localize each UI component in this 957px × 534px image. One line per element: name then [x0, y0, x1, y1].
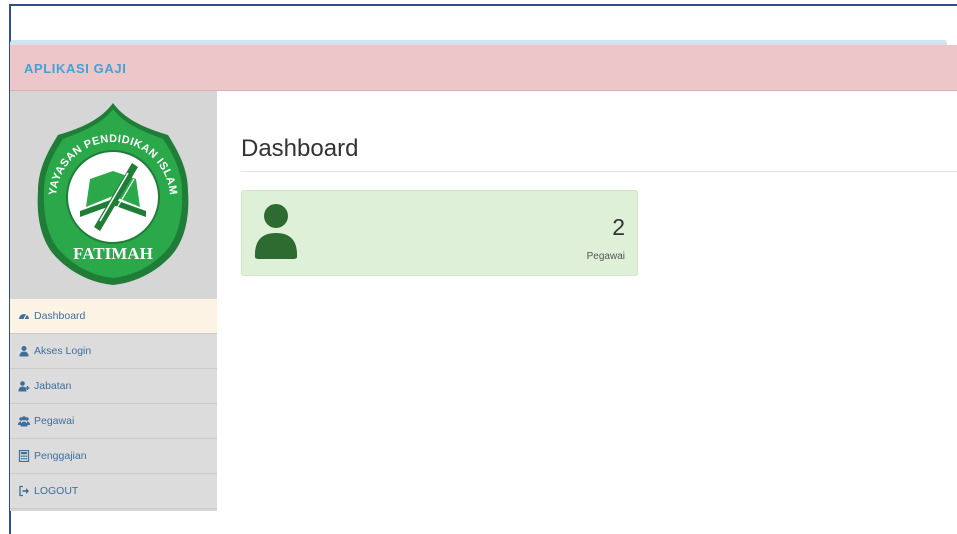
sidebar-item-pegawai[interactable]: Pegawai	[10, 404, 217, 439]
sidebar-item-dashboard[interactable]: Dashboard	[10, 299, 217, 334]
logo-area: YAYASAN PENDIDIKAN ISLAM FATIMAH	[10, 91, 217, 299]
sidebar-item-label: LOGOUT	[34, 485, 79, 497]
calculator-icon	[18, 449, 30, 463]
user-icon	[253, 203, 299, 264]
users-icon	[18, 415, 30, 427]
sidebar-item-label: Jabatan	[34, 380, 72, 392]
navbar: APLIKASI GAJI	[10, 45, 957, 91]
sidebar: YAYASAN PENDIDIKAN ISLAM FATIMAH Dashboa…	[10, 91, 217, 511]
sidebar-item-label: Dashboard	[34, 310, 86, 322]
title-divider	[241, 171, 957, 172]
stat-label: Pegawai	[586, 251, 625, 262]
sidebar-item-penggajian[interactable]: Penggajian	[10, 439, 217, 474]
sign-out-icon	[18, 485, 30, 497]
sidebar-item-akses-login[interactable]: Akses Login	[10, 334, 217, 369]
foundation-logo: YAYASAN PENDIDIKAN ISLAM FATIMAH	[37, 103, 189, 285]
sidebar-item-label: Pegawai	[34, 415, 75, 427]
pegawai-stat-panel[interactable]: 2 Pegawai	[241, 190, 638, 276]
main-content: Dashboard 2 Pegawai	[217, 91, 957, 511]
app-brand[interactable]: APLIKASI GAJI	[24, 61, 126, 76]
user-icon	[18, 345, 30, 357]
sidebar-item-jabatan[interactable]: Jabatan	[10, 369, 217, 404]
user-plus-icon	[18, 380, 30, 392]
sidebar-item-logout[interactable]: LOGOUT	[10, 474, 217, 509]
sidebar-item-label: Akses Login	[34, 345, 92, 357]
sidebar-item-label: Penggajian	[34, 450, 87, 462]
page-title: Dashboard	[241, 135, 359, 162]
dashboard-icon	[18, 310, 30, 322]
sidebar-menu: Dashboard Akses Login Jabatan Pegawai Pe…	[10, 299, 217, 509]
logo-name: FATIMAH	[73, 244, 153, 263]
stat-value: 2	[612, 214, 625, 240]
